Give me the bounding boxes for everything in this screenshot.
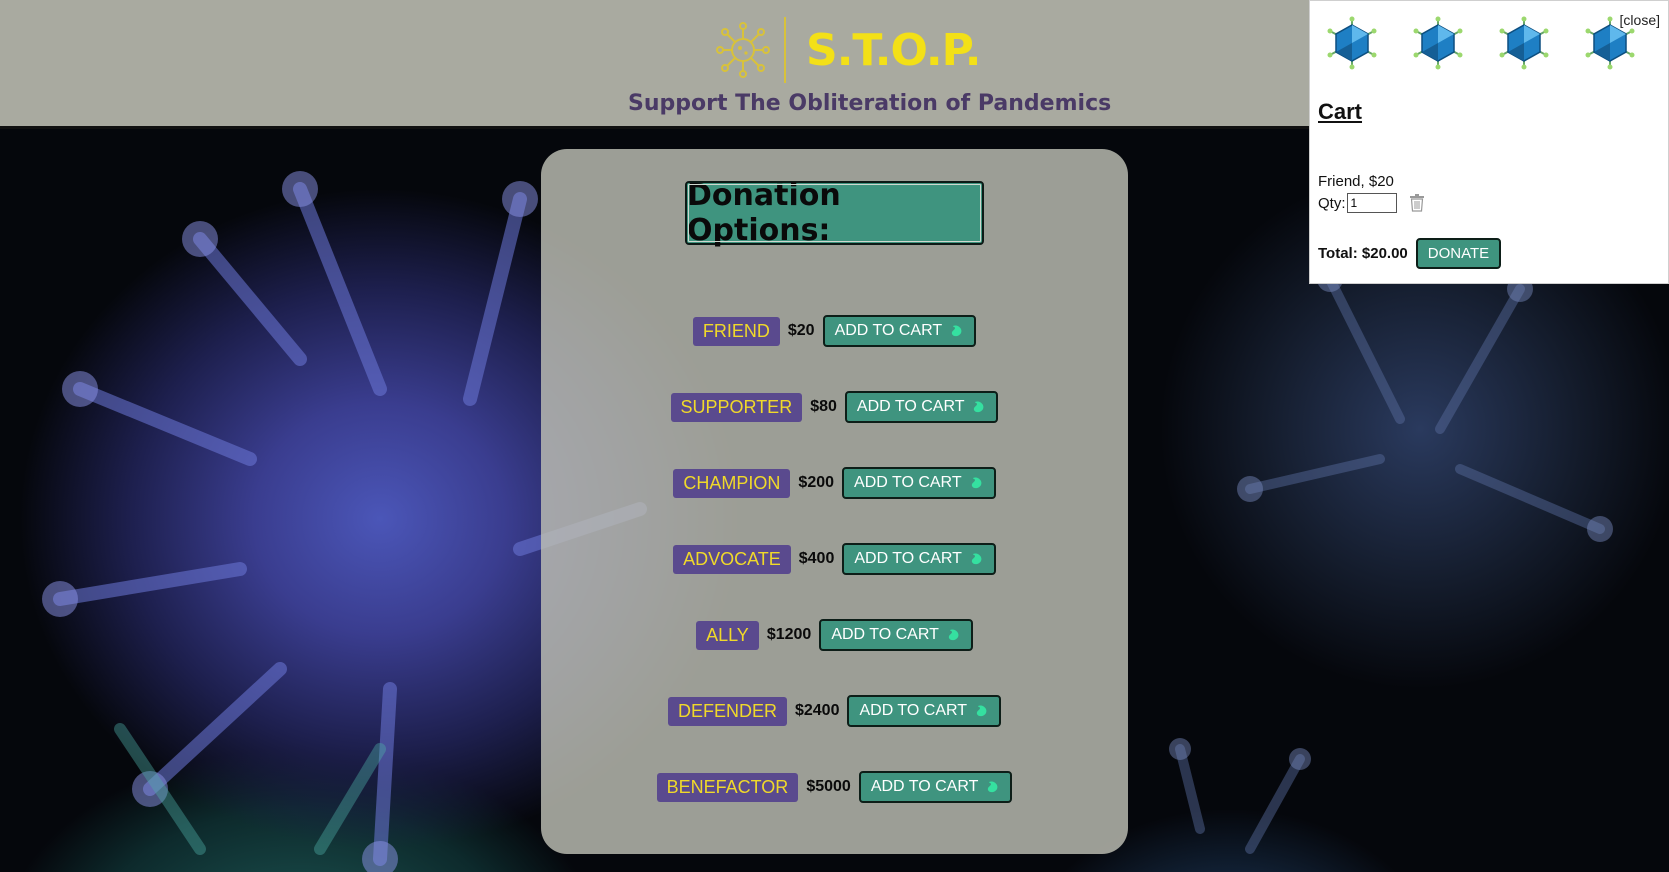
- add-to-cart-button[interactable]: ADD TO CART: [842, 467, 996, 499]
- tier-price: $200: [798, 474, 835, 491]
- bean-icon: [948, 629, 959, 641]
- bean-icon: [974, 401, 984, 413]
- tier-price: $20: [787, 322, 815, 339]
- tier-price: $400: [798, 550, 835, 567]
- add-to-cart-label: ADD TO CART: [854, 474, 962, 491]
- tier-row-champion: CHAMPION $200 ADD TO CART: [541, 467, 1128, 499]
- tier-row-ally: ALLY $1200 ADD TO CART: [541, 619, 1128, 651]
- add-to-cart-button[interactable]: ADD TO CART: [842, 543, 996, 575]
- add-to-cart-label: ADD TO CART: [856, 398, 965, 415]
- tier-price: $1200: [766, 626, 812, 643]
- bean-icon: [976, 705, 987, 717]
- tier-price: $80: [810, 398, 837, 415]
- qty-label: Qty:: [1318, 194, 1346, 212]
- cart-qty-row: Qty:: [1318, 193, 1425, 213]
- logo-divider: [784, 17, 786, 83]
- virus-icon: [1499, 16, 1549, 70]
- donate-button[interactable]: DONATE: [1415, 238, 1502, 269]
- add-to-cart-button[interactable]: ADD TO CART: [844, 391, 999, 423]
- bean-icon: [971, 553, 982, 565]
- add-to-cart-label: ADD TO CART: [834, 322, 943, 339]
- add-to-cart-button[interactable]: ADD TO CART: [819, 619, 973, 651]
- cart-panel: [close] Cart Friend, $20 Qty: Total: $20…: [1309, 0, 1669, 284]
- tier-name: CHAMPION: [673, 468, 791, 498]
- virus-icon: [1327, 16, 1377, 70]
- tier-row-defender: DEFENDER $2400 ADD TO CART: [541, 695, 1128, 727]
- cart-total: Total: $20.00: [1318, 245, 1408, 262]
- cart-item-description: Friend, $20: [1318, 173, 1394, 190]
- cart-close-link[interactable]: [close]: [1620, 12, 1660, 28]
- donation-panel: Donation Options: FRIEND $20 ADD TO CART…: [541, 149, 1128, 854]
- qty-input[interactable]: [1346, 193, 1397, 213]
- logo[interactable]: S.T.O.P.: [716, 16, 981, 84]
- tier-price: $5000: [806, 778, 851, 795]
- add-to-cart-button[interactable]: ADD TO CART: [847, 695, 1002, 727]
- add-to-cart-button[interactable]: ADD TO CART: [822, 315, 977, 347]
- bean-icon: [988, 781, 998, 793]
- tier-row-supporter: SUPPORTER $80 ADD TO CART: [541, 391, 1128, 423]
- cart-virus-decor: [1324, 15, 1638, 71]
- donation-options-title: Donation Options:: [685, 178, 984, 248]
- tier-name: BENEFACTOR: [656, 772, 799, 802]
- tier-name: ADVOCATE: [673, 544, 791, 574]
- tier-row-friend: FRIEND $20 ADD TO CART: [541, 315, 1128, 347]
- virus-icon: [1413, 16, 1463, 70]
- virus-logo-icon: [716, 22, 770, 78]
- cart-title: Cart: [1318, 99, 1363, 124]
- bean-icon: [951, 325, 962, 337]
- tier-price: $2400: [794, 702, 840, 719]
- tier-name: DEFENDER: [667, 696, 787, 726]
- add-to-cart-label: ADD TO CART: [854, 550, 962, 567]
- tier-name: ALLY: [696, 620, 759, 650]
- tier-name: SUPPORTER: [670, 392, 803, 422]
- logo-title: S.T.O.P.: [806, 24, 981, 76]
- tier-name: FRIEND: [692, 316, 780, 346]
- bean-icon: [971, 477, 982, 489]
- add-to-cart-label: ADD TO CART: [831, 626, 939, 643]
- tier-row-benefactor: BENEFACTOR $5000 ADD TO CART: [541, 771, 1128, 803]
- add-to-cart-label: ADD TO CART: [859, 702, 968, 719]
- add-to-cart-button[interactable]: ADD TO CART: [858, 771, 1013, 803]
- trash-icon[interactable]: [1409, 194, 1425, 212]
- tier-row-advocate: ADVOCATE $400 ADD TO CART: [541, 543, 1128, 575]
- add-to-cart-label: ADD TO CART: [870, 778, 979, 795]
- cart-total-row: Total: $20.00 DONATE: [1318, 238, 1502, 269]
